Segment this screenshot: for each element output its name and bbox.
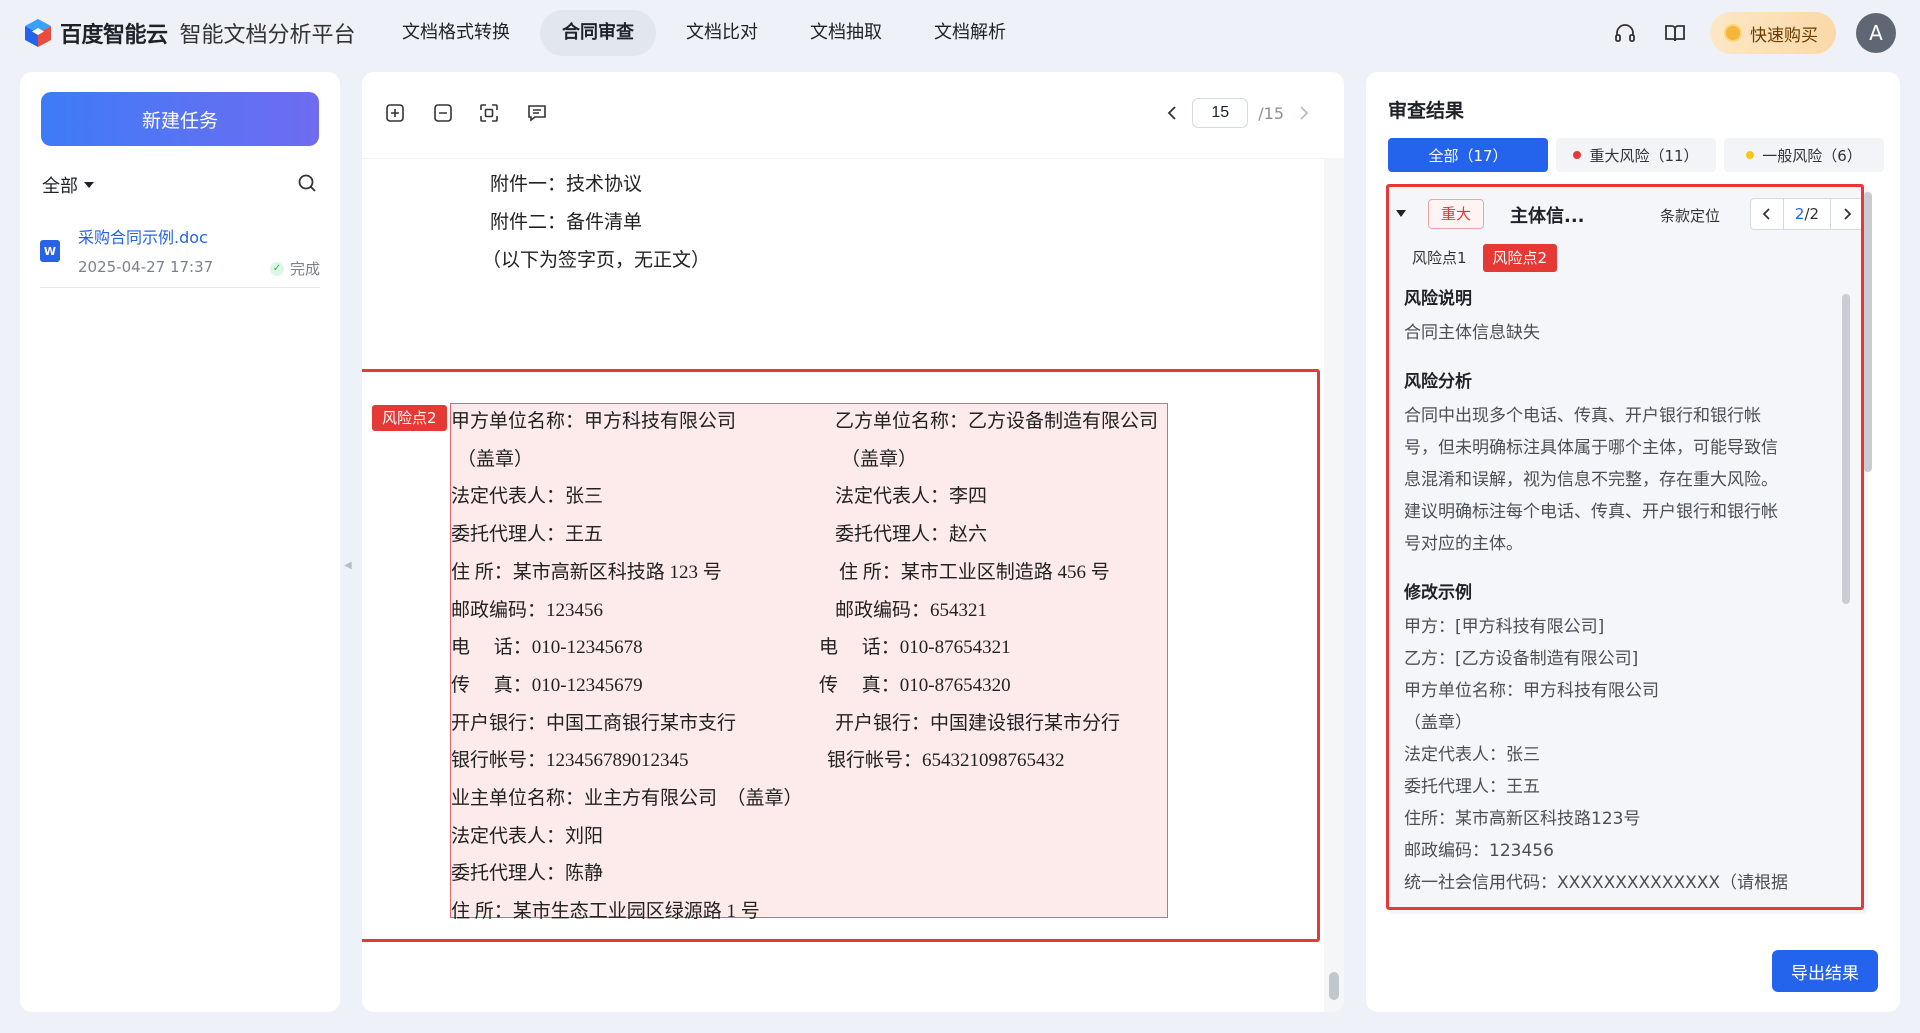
general-risk-dot-icon: [1746, 151, 1755, 159]
signature-line: 银行帐号：123456789012345: [451, 750, 689, 772]
document-page: 附件一：技术协议 附件二：备件清单 （以下为签字页，无正文） 甲方单位名称：甲方…: [362, 158, 1324, 1012]
product-name: 智能文档分析平台: [179, 23, 356, 48]
risk-point-tag[interactable]: 风险点2: [372, 405, 447, 431]
caret-down-icon: [84, 182, 94, 188]
tab-label: 重大风险（11）: [1589, 146, 1699, 165]
quick-buy-button[interactable]: 快速购买: [1710, 12, 1836, 54]
signature-line: 开户银行：中国工商银行某市支行: [451, 712, 737, 734]
zoom-in-icon[interactable]: [384, 102, 406, 124]
cube-logo-icon: [25, 19, 51, 47]
main-nav: 文档格式转换 合同审查 文档比对 文档抽取 文档解析: [380, 10, 1028, 56]
nav-doc-compare[interactable]: 文档比对: [664, 10, 780, 56]
attachment-line: 附件二：备件清单: [490, 212, 643, 233]
total-pages: /15: [1258, 103, 1284, 123]
signature-line: 住 所：某市生态工业园区绿源路 1 号: [451, 901, 760, 923]
signature-line: 传 真：010-12345679: [451, 674, 643, 696]
signature-line: 业主单位名称：业主方有限公司 （盖章）: [451, 788, 803, 809]
doc-name[interactable]: 采购合同示例.doc: [78, 224, 208, 248]
status-label: 完成: [289, 260, 320, 278]
tab-label: 全部（17）: [1428, 146, 1508, 165]
signature-line: 委托代理人：王五: [451, 524, 604, 546]
check-circle-icon: ✓: [269, 261, 284, 276]
panel-title: 审查结果: [1388, 100, 1465, 122]
book-icon[interactable]: [1660, 18, 1690, 48]
logo[interactable]: 百度智能云 智能文档分析平台: [24, 17, 356, 49]
attachment-line: 附件一：技术协议: [490, 174, 643, 195]
signature-line: 开户银行：中国建设银行某市分行: [835, 712, 1121, 734]
top-right-actions: 快速购买 A: [1610, 12, 1896, 54]
signature-line: 乙方单位名称：乙方设备制造有限公司: [835, 411, 1159, 432]
signature-line: 法定代表人：刘阳: [451, 825, 604, 847]
signature-page-note: （以下为签字页，无正文）: [482, 250, 711, 271]
nav-format-convert[interactable]: 文档格式转换: [380, 10, 532, 56]
signature-line: 邮政编码：123456: [451, 599, 604, 621]
risk-card-highlight-frame: [1386, 184, 1864, 910]
results-scroll-thumb[interactable]: [1864, 192, 1872, 472]
collapse-handle-icon[interactable]: ◀: [344, 560, 352, 571]
signature-line: 法定代表人：张三: [451, 486, 604, 508]
list-item[interactable]: W 采购合同示例.doc 2025-04-27 17:37 ✓ 完成: [40, 220, 320, 288]
signature-line: 邮政编码：654321: [835, 599, 988, 621]
signature-line: （盖章）: [457, 448, 534, 470]
zoom-out-icon[interactable]: [432, 102, 454, 124]
signature-line: 法定代表人：李四: [835, 486, 988, 508]
signature-line: 委托代理人：陈静: [451, 863, 604, 885]
headset-icon[interactable]: [1610, 18, 1640, 48]
filter-dropdown[interactable]: 全部: [42, 172, 94, 198]
next-page-icon[interactable]: [1294, 103, 1314, 123]
tab-general-risk[interactable]: 一般风险（6）: [1724, 138, 1884, 172]
signature-line: 委托代理人：赵六: [835, 524, 988, 546]
review-results-panel: 审查结果 全部（17） 重大风险（11） 一般风险（6） 重大 主体信... 条…: [1366, 72, 1900, 1012]
tab-major-risk[interactable]: 重大风险（11）: [1556, 138, 1716, 172]
signature-line: （盖章）: [841, 448, 918, 470]
document-scrollbar[interactable]: [1324, 158, 1344, 1012]
page-navigator: /15: [1162, 98, 1314, 128]
signature-line: 住 所：某市工业区制造路 456 号: [839, 561, 1110, 583]
nav-contract-review[interactable]: 合同审查: [540, 10, 656, 56]
export-results-button[interactable]: 导出结果: [1772, 950, 1878, 992]
signature-line: 银行帐号：654321098765432: [827, 750, 1065, 772]
brand-name: 百度智能云: [60, 23, 168, 48]
document-viewer: /15 附件一：技术协议 附件二：备件清单 （以下为签字页，无正文） 甲方单位名…: [362, 72, 1344, 1012]
viewer-toolbar: /15: [362, 72, 1344, 152]
risk-filter-tabs: 全部（17） 重大风险（11） 一般风险（6）: [1388, 138, 1884, 172]
tab-label: 一般风险（6）: [1762, 146, 1862, 165]
signature-line: 传 真：010-87654320: [819, 674, 1011, 696]
page-number-input[interactable]: [1192, 98, 1249, 128]
quick-buy-label: 快速购买: [1750, 25, 1818, 46]
prev-page-icon[interactable]: [1162, 103, 1182, 123]
major-risk-dot-icon: [1573, 151, 1582, 159]
search-icon[interactable]: [296, 172, 318, 194]
nav-doc-parse[interactable]: 文档解析: [912, 10, 1028, 56]
signature-line: 电 话：010-12345678: [451, 637, 643, 659]
filter-label: 全部: [42, 176, 78, 197]
status-badge: ✓ 完成: [269, 258, 320, 279]
avatar[interactable]: A: [1856, 13, 1896, 53]
word-file-icon: W: [40, 240, 60, 262]
top-bar: 百度智能云 智能文档分析平台 文档格式转换 合同审查 文档比对 文档抽取 文档解…: [0, 0, 1920, 66]
nav-doc-extract[interactable]: 文档抽取: [788, 10, 904, 56]
fit-screen-icon[interactable]: [478, 102, 500, 124]
signature-line: 甲方单位名称：甲方科技有限公司: [451, 411, 737, 432]
document-scroll-thumb[interactable]: [1329, 972, 1339, 1000]
coin-icon: [1724, 24, 1742, 42]
comment-icon[interactable]: [526, 102, 548, 124]
task-sidebar: 新建任务 全部 W 采购合同示例.doc 2025-04-27 17:37 ✓ …: [20, 72, 340, 1012]
doc-date: 2025-04-27 17:37: [78, 258, 214, 276]
signature-line: 电 话：010-87654321: [819, 637, 1011, 659]
signature-line: 住 所：某市高新区科技路 123 号: [451, 561, 722, 583]
tab-all[interactable]: 全部（17）: [1388, 138, 1548, 172]
signature-block[interactable]: 甲方单位名称：甲方科技有限公司 （盖章） 法定代表人：张三 委托代理人：王五住 所：某…: [450, 403, 1168, 922]
new-task-button[interactable]: 新建任务: [41, 92, 319, 146]
